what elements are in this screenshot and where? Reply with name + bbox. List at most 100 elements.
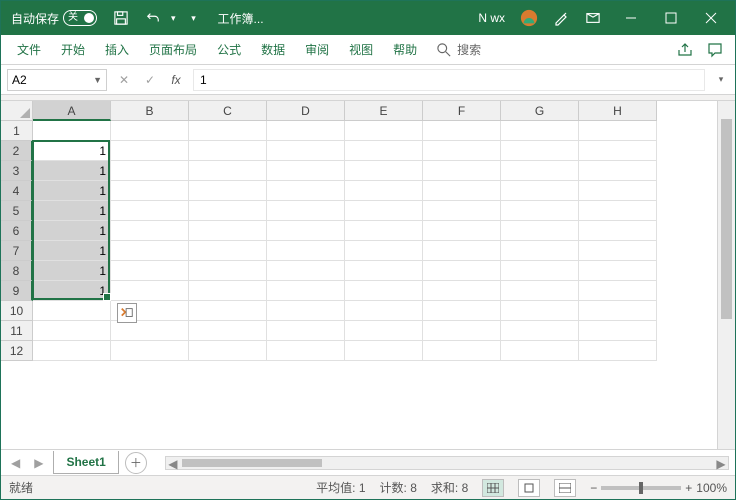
- toggle-switch[interactable]: [63, 10, 97, 26]
- col-header[interactable]: C: [189, 101, 267, 121]
- cell[interactable]: [189, 241, 267, 261]
- confirm-icon[interactable]: ✓: [141, 73, 159, 87]
- cell[interactable]: [579, 181, 657, 201]
- fx-icon[interactable]: fx: [167, 73, 185, 87]
- cell[interactable]: 1: [33, 141, 111, 161]
- cell[interactable]: [345, 201, 423, 221]
- cell[interactable]: [189, 281, 267, 301]
- cell[interactable]: [501, 341, 579, 361]
- cell[interactable]: [501, 261, 579, 281]
- cell[interactable]: [345, 261, 423, 281]
- zoom-slider[interactable]: [601, 486, 681, 490]
- qat-customize-icon[interactable]: ▾: [180, 4, 208, 32]
- cells-area[interactable]: 11111111: [33, 121, 657, 361]
- select-all-corner[interactable]: [1, 101, 33, 121]
- cell[interactable]: [189, 301, 267, 321]
- save-icon[interactable]: [107, 4, 135, 32]
- tab-view[interactable]: 视图: [339, 35, 383, 64]
- cancel-icon[interactable]: ✕: [115, 73, 133, 87]
- cell[interactable]: [579, 201, 657, 221]
- cell[interactable]: [189, 321, 267, 341]
- cell[interactable]: [345, 281, 423, 301]
- cell[interactable]: 1: [33, 221, 111, 241]
- col-header[interactable]: B: [111, 101, 189, 121]
- cell[interactable]: [579, 221, 657, 241]
- undo-dropdown-icon[interactable]: ▾: [171, 13, 176, 24]
- horizontal-scrollbar[interactable]: ◀ ▶: [165, 456, 729, 470]
- cell[interactable]: [111, 181, 189, 201]
- cell[interactable]: [501, 221, 579, 241]
- cell[interactable]: [579, 261, 657, 281]
- cell[interactable]: 1: [33, 281, 111, 301]
- cell[interactable]: [345, 241, 423, 261]
- cell[interactable]: [345, 121, 423, 141]
- tab-home[interactable]: 开始: [51, 35, 95, 64]
- cell[interactable]: [267, 261, 345, 281]
- cell[interactable]: [501, 181, 579, 201]
- row-header[interactable]: 4: [1, 181, 33, 201]
- cell[interactable]: [33, 341, 111, 361]
- row-header[interactable]: 2: [1, 141, 33, 161]
- add-sheet-button[interactable]: ＋: [125, 452, 147, 474]
- cell[interactable]: 1: [33, 181, 111, 201]
- cell[interactable]: [111, 241, 189, 261]
- sheet-nav-next-icon[interactable]: ▶: [30, 456, 47, 470]
- cell[interactable]: [33, 321, 111, 341]
- cell[interactable]: [267, 301, 345, 321]
- cell[interactable]: [345, 301, 423, 321]
- cell[interactable]: [501, 321, 579, 341]
- cell[interactable]: [111, 141, 189, 161]
- cell[interactable]: 1: [33, 261, 111, 281]
- minimize-button[interactable]: [611, 1, 651, 35]
- cell[interactable]: [579, 321, 657, 341]
- cell[interactable]: [345, 161, 423, 181]
- cell[interactable]: [33, 121, 111, 141]
- row-header[interactable]: 7: [1, 241, 33, 261]
- cell[interactable]: [189, 121, 267, 141]
- close-button[interactable]: [691, 1, 731, 35]
- cell[interactable]: [423, 341, 501, 361]
- col-header[interactable]: E: [345, 101, 423, 121]
- name-box[interactable]: A2 ▼: [7, 69, 107, 91]
- formula-expand-icon[interactable]: ▾: [713, 74, 729, 85]
- account-name[interactable]: N wx: [472, 11, 511, 25]
- row-header[interactable]: 11: [1, 321, 33, 341]
- cell[interactable]: [111, 221, 189, 241]
- zoom-out-icon[interactable]: −: [590, 481, 597, 495]
- cell[interactable]: [579, 281, 657, 301]
- cell[interactable]: [579, 301, 657, 321]
- zoom-in-icon[interactable]: +: [685, 481, 692, 495]
- cell[interactable]: [423, 241, 501, 261]
- row-header[interactable]: 6: [1, 221, 33, 241]
- cell[interactable]: [267, 321, 345, 341]
- cell[interactable]: [501, 201, 579, 221]
- cell[interactable]: [423, 321, 501, 341]
- cell[interactable]: [189, 181, 267, 201]
- share-button[interactable]: [671, 36, 699, 64]
- ribbon-options-icon[interactable]: [579, 4, 607, 32]
- cell[interactable]: [267, 121, 345, 141]
- autofill-options-icon[interactable]: [117, 303, 137, 323]
- cell[interactable]: [501, 121, 579, 141]
- cell[interactable]: [345, 141, 423, 161]
- undo-icon[interactable]: [139, 4, 167, 32]
- cell[interactable]: [501, 241, 579, 261]
- cell[interactable]: [501, 161, 579, 181]
- cell[interactable]: [423, 121, 501, 141]
- cell[interactable]: [267, 181, 345, 201]
- cell[interactable]: [423, 181, 501, 201]
- maximize-button[interactable]: [651, 1, 691, 35]
- tab-insert[interactable]: 插入: [95, 35, 139, 64]
- cell[interactable]: [345, 181, 423, 201]
- cell[interactable]: [501, 281, 579, 301]
- cell[interactable]: [267, 201, 345, 221]
- col-header[interactable]: H: [579, 101, 657, 121]
- coming-soon-icon[interactable]: [547, 4, 575, 32]
- view-pagelayout-icon[interactable]: [518, 479, 540, 497]
- cell[interactable]: [111, 121, 189, 141]
- cell[interactable]: [423, 201, 501, 221]
- zoom-control[interactable]: − + 100%: [590, 481, 727, 495]
- sheet-tab-active[interactable]: Sheet1: [53, 451, 118, 474]
- tab-help[interactable]: 帮助: [383, 35, 427, 64]
- cell[interactable]: [423, 301, 501, 321]
